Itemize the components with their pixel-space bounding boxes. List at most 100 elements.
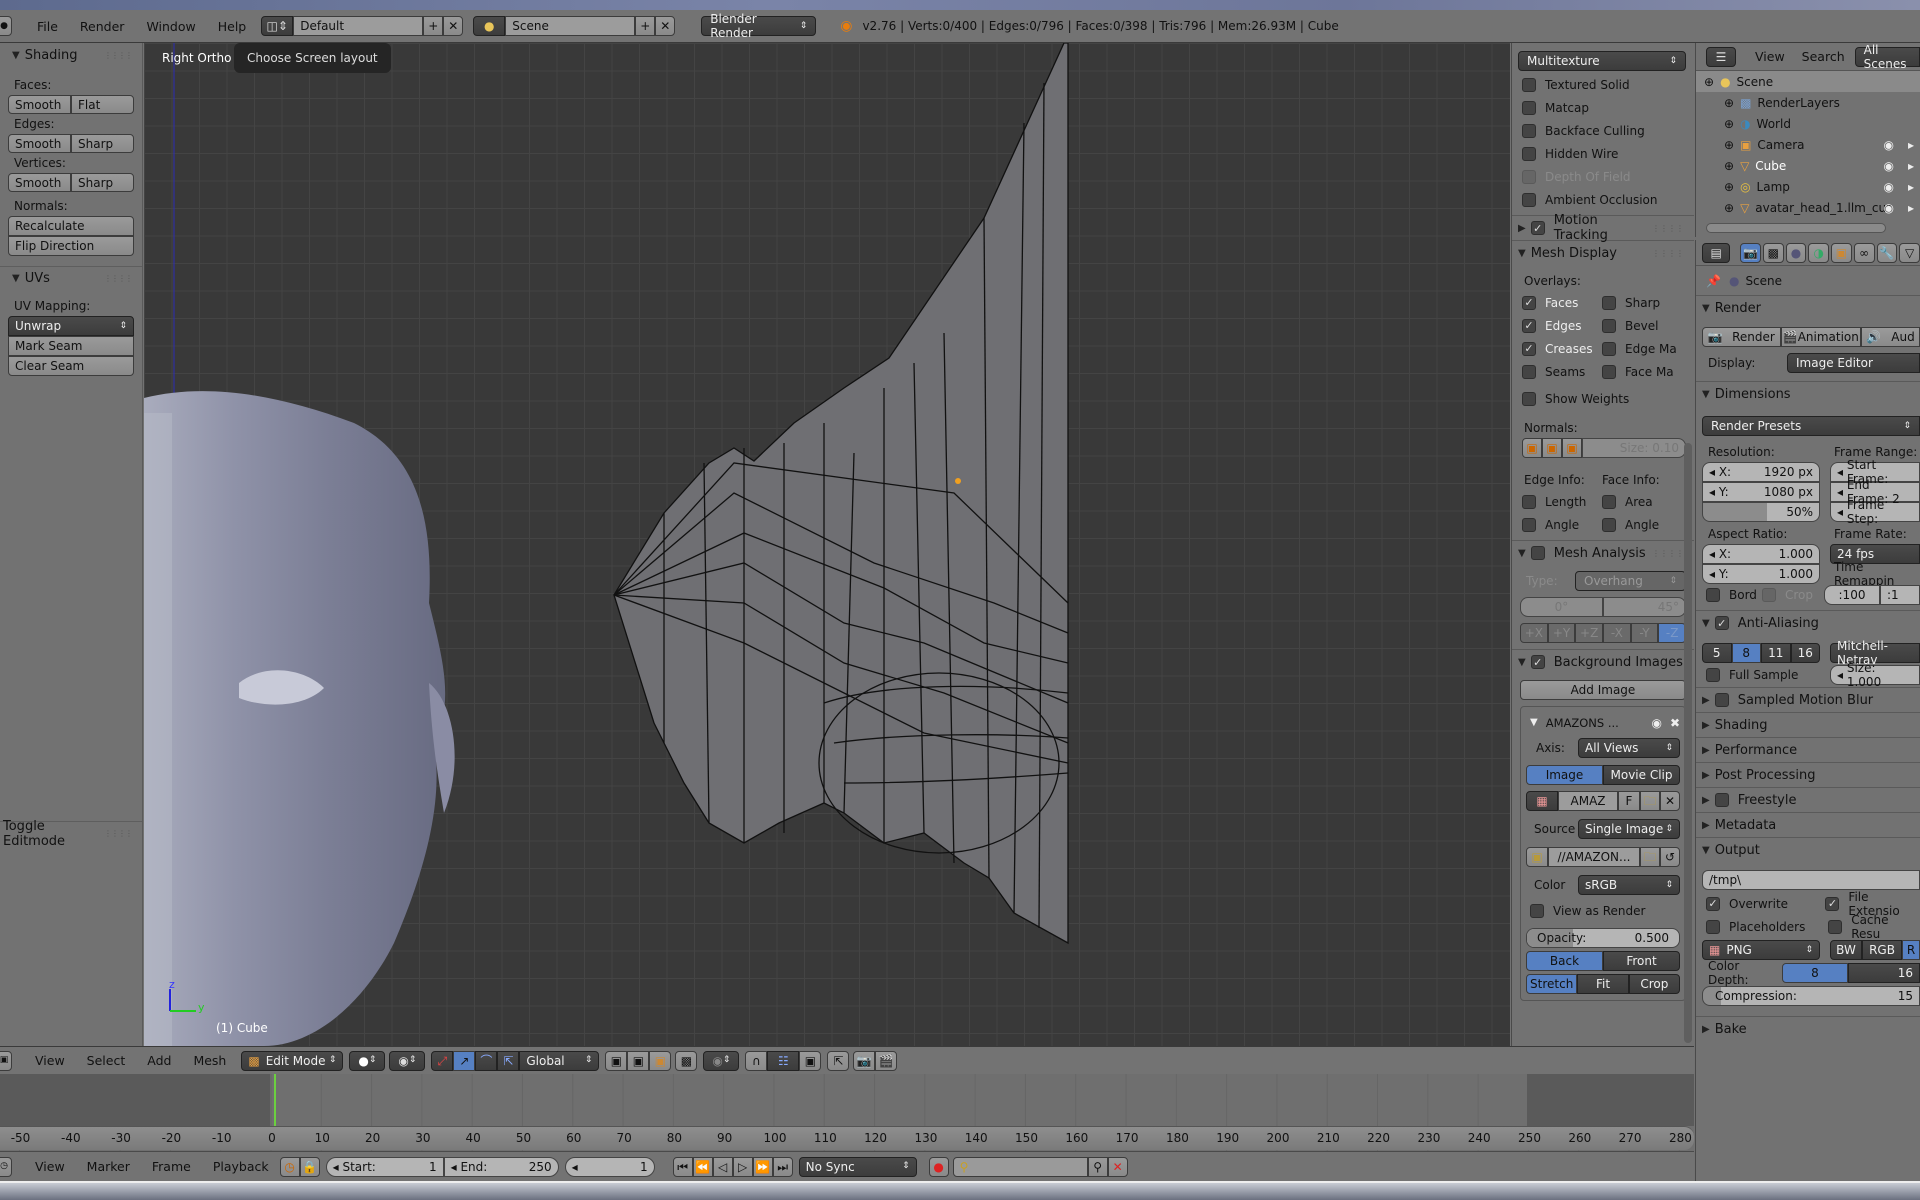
add-scene-button[interactable]: + <box>635 16 656 36</box>
seams-checkbox[interactable]: Seams <box>1522 360 1602 383</box>
axis-select[interactable]: All Views ⇕ <box>1578 738 1680 758</box>
delete-keyframe-button[interactable]: ✕ <box>1107 1156 1128 1177</box>
3d-viewport[interactable]: Right Ortho Choose Screen layout z y (1)… <box>144 43 1510 1046</box>
timeline[interactable]: -50 -40 -30 -20 -10 0 10 20 30 40 50 60 70 80 90 100 110… <box>0 1074 1694 1151</box>
anti-aliasing-checkbox[interactable] <box>1714 616 1729 630</box>
menu-add[interactable]: Add <box>136 1053 182 1068</box>
next-keyframe-button[interactable]: ⏩ <box>752 1156 773 1177</box>
drag-grip-icon[interactable]: ⋮⋮⋮⋮ <box>1652 249 1684 258</box>
compression-slider[interactable]: Compression: 15 <box>1702 986 1920 1006</box>
edges-smooth-button[interactable]: Smooth <box>8 134 71 153</box>
outliner-item-camera[interactable]: ⊕ ▣ Camera ◉ ▸ <box>1696 134 1920 155</box>
current-frame-field[interactable]: ◂ 1 <box>564 1156 655 1177</box>
selectable-cursor-icon[interactable]: ▸ <box>1908 139 1914 151</box>
menu-mesh[interactable]: Mesh <box>182 1053 237 1068</box>
fake-user-button[interactable]: F <box>1618 791 1640 811</box>
post-processing-panel-header[interactable]: ▶ Post Processing <box>1696 762 1920 787</box>
visibility-eye-icon[interactable]: ◉ <box>1884 139 1894 151</box>
aa-size-field[interactable]: ◂ Size: 1.000 <box>1830 661 1920 689</box>
end-frame-field[interactable]: ◂ End: 250 <box>443 1156 559 1177</box>
menu-frame[interactable]: Frame <box>141 1159 202 1174</box>
tab-object[interactable]: ▣ <box>1831 242 1852 263</box>
eye-icon[interactable]: ◉ <box>1651 717 1661 729</box>
pin-icon[interactable]: 📌 <box>1706 275 1721 287</box>
menu-playback[interactable]: Playback <box>202 1159 280 1174</box>
aa-samples-16[interactable]: 16 <box>1790 643 1820 663</box>
snap-target-button[interactable]: ▣ <box>799 1050 822 1071</box>
output-panel-header[interactable]: ▼ Output <box>1696 837 1920 862</box>
remap-new-field[interactable]: :1 <box>1880 585 1920 605</box>
selectable-cursor-icon[interactable]: ▸ <box>1908 181 1914 193</box>
axis-button-neg-x[interactable]: -X <box>1603 623 1631 643</box>
translate-manipulator[interactable]: ↗ <box>453 1050 476 1071</box>
tab-data[interactable]: ▽ <box>1899 242 1920 263</box>
overhang-min-field[interactable]: 0° <box>1520 597 1603 617</box>
freestyle-panel-header[interactable]: ▶ Freestyle <box>1696 787 1920 812</box>
fit-button[interactable]: Fit <box>1577 974 1629 994</box>
jump-start-button[interactable]: ⏮ <box>672 1156 693 1177</box>
expand-icon[interactable]: ⊕ <box>1724 118 1734 130</box>
snap-element-select[interactable]: ☷ <box>767 1050 800 1071</box>
outliner-item-scene[interactable]: ⊕ ● Scene <box>1696 71 1920 92</box>
menu-file[interactable]: File <box>26 19 69 34</box>
add-layout-button[interactable]: + <box>423 16 444 36</box>
shading-panel-header[interactable]: ▶ Shading <box>1696 712 1920 737</box>
background-images-header[interactable]: ▼ Background Images <box>1512 649 1694 674</box>
matcap-checkbox[interactable]: Matcap <box>1522 96 1686 119</box>
uvs-panel-header[interactable]: ▼ UVs ⋮⋮⋮⋮ <box>0 266 142 290</box>
image-name-field[interactable]: AMAZ <box>1558 791 1618 811</box>
placeholders-checkbox[interactable]: Placeholders <box>1702 915 1828 938</box>
depth-back-button[interactable]: Back <box>1526 951 1603 971</box>
edge-select-mode[interactable]: ▣ <box>627 1050 650 1071</box>
outliner-item-lamp[interactable]: ⊕ ◎ Lamp ◉ ▸ <box>1696 176 1920 197</box>
stretch-button[interactable]: Stretch <box>1526 974 1578 994</box>
outliner-menu-search[interactable]: Search <box>1796 49 1851 64</box>
view-as-render-checkbox[interactable]: View as Render <box>1526 899 1680 922</box>
frame-step-field[interactable]: ◂ Frame Step: <box>1830 498 1920 526</box>
depth-of-field-checkbox[interactable]: Depth Of Field <box>1522 165 1686 188</box>
limit-selection-toggle[interactable]: ▩ <box>675 1050 698 1071</box>
auto-keying-toggle[interactable]: ● <box>928 1156 949 1177</box>
prev-keyframe-button[interactable]: ⏪ <box>692 1156 713 1177</box>
performance-panel-header[interactable]: ▶ Performance <box>1696 737 1920 762</box>
orientation-select[interactable]: Global ⇕ <box>519 1050 600 1071</box>
anti-aliasing-header[interactable]: ▼ Anti-Aliasing <box>1696 610 1920 635</box>
expand-icon[interactable]: ⊕ <box>1724 97 1734 109</box>
axis-button-posneg-x[interactable]: +X <box>1520 623 1548 643</box>
collapse-icon[interactable]: ▼ <box>1530 718 1538 728</box>
lock-range-toggle[interactable]: 🔒 <box>299 1156 320 1177</box>
cache-result-checkbox[interactable]: Cache Resu <box>1828 913 1920 941</box>
editor-type-button[interactable]: ▣ <box>0 1050 12 1071</box>
tab-scene[interactable]: ● <box>1785 242 1807 263</box>
dimensions-panel-header[interactable]: ▼ Dimensions <box>1696 381 1920 406</box>
scene-field[interactable]: Scene <box>505 16 636 36</box>
expand-icon[interactable]: ⊕ <box>1724 139 1734 151</box>
faces-checkbox[interactable]: Faces <box>1522 291 1602 314</box>
source-select[interactable]: Single Image ⇕ <box>1578 819 1680 839</box>
render-engine-select[interactable]: Blender Render ⇕ <box>701 12 817 40</box>
vertices-smooth-button[interactable]: Smooth <box>8 173 71 192</box>
start-frame-field[interactable]: ◂ Start: 1 <box>325 1156 444 1177</box>
pack-button[interactable]: ▣ <box>1526 847 1548 867</box>
depth-front-button[interactable]: Front <box>1603 951 1680 971</box>
axis-button-posneg-y[interactable]: +Y <box>1547 623 1576 643</box>
tab-render[interactable]: 📷 <box>1740 242 1761 263</box>
image-browse-button[interactable]: ▦ <box>1526 791 1558 811</box>
mesh-display-header[interactable]: ▼ Mesh Display ⋮⋮⋮⋮ <box>1512 240 1694 265</box>
unwrap-menu[interactable]: Unwrap ⇕ <box>8 316 134 336</box>
insert-keyframe-button[interactable]: ⚲ <box>1087 1156 1108 1177</box>
viewport-shading-select[interactable]: ● ⇕ <box>349 1050 386 1071</box>
snap-toggle[interactable]: ∩ <box>745 1050 768 1071</box>
full-sample-checkbox[interactable]: Full Sample <box>1702 664 1830 687</box>
operator-panel-header[interactable]: Toggle Editmode ⋮⋮⋮⋮ <box>0 819 142 849</box>
axis-button-posneg-z[interactable]: +Z <box>1575 623 1604 643</box>
faces-smooth-button[interactable]: Smooth <box>8 95 71 114</box>
aa-samples-11[interactable]: 11 <box>1761 643 1791 663</box>
bake-panel-header[interactable]: ▶ Bake <box>1696 1016 1920 1041</box>
loop-normals-button[interactable]: ▣ <box>1542 438 1562 458</box>
screen-layout-browse[interactable]: ◫⇕ <box>261 16 294 36</box>
resolution-x-field[interactable]: ◂ X: 1920 px <box>1702 462 1820 482</box>
play-button[interactable]: ▷ <box>732 1156 753 1177</box>
source-tab-image[interactable]: Image <box>1526 765 1603 785</box>
color-space-select[interactable]: sRGB ⇕ <box>1578 875 1680 895</box>
